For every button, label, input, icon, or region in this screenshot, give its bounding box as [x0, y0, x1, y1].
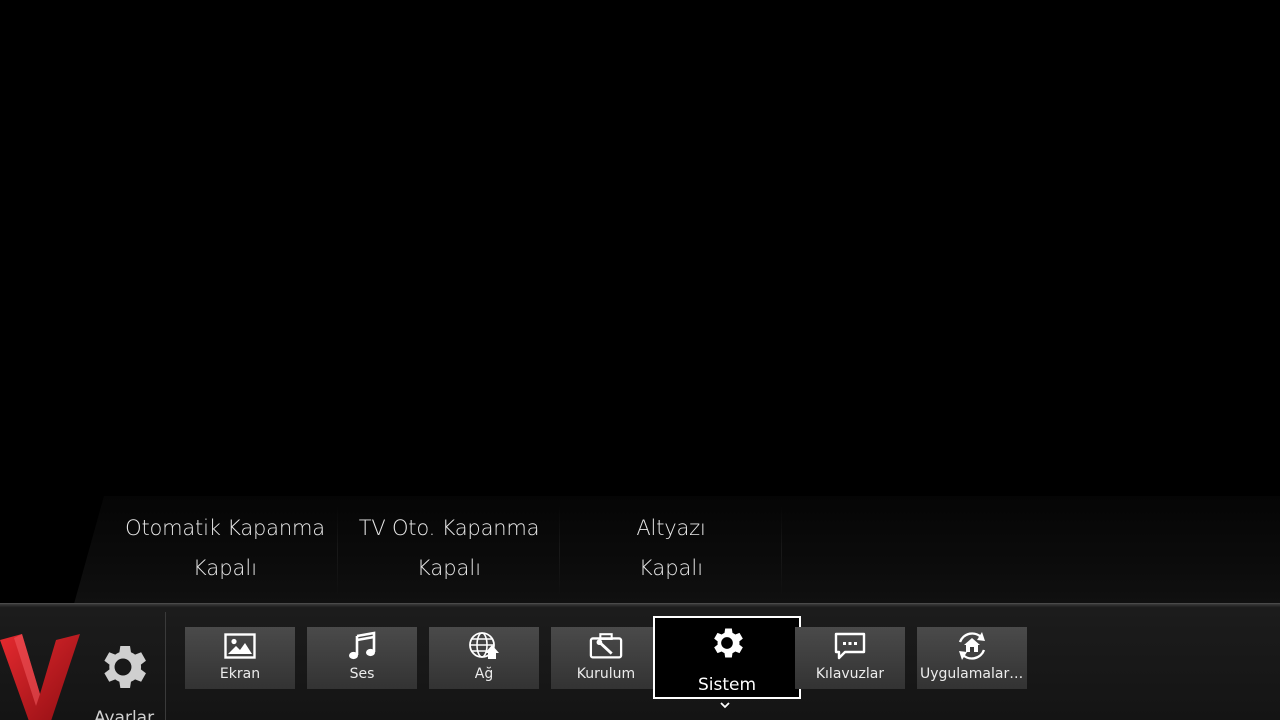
tab-label: Kurulum [576, 666, 636, 682]
chevron-down-icon [720, 702, 730, 709]
submenu-divider [781, 506, 782, 596]
submenu-item-title: Otomatik Kapanma [125, 516, 325, 540]
tab-label: Ses [349, 666, 375, 682]
tab-ses[interactable]: Ses [307, 627, 417, 689]
tab-label: Ağ [474, 666, 494, 682]
home-refresh-icon [955, 631, 989, 661]
submenu-item-auto-off[interactable]: Otomatik Kapanma Kapalı [112, 496, 338, 604]
submenu-item-value: Kapalı [416, 556, 482, 580]
submenu-item-title: Altyazı [636, 516, 706, 540]
tab-label: Ekran [219, 666, 261, 682]
tab-uygulamalari[interactable]: Uygulamaları S.. [917, 627, 1027, 689]
gear-icon [705, 623, 749, 663]
tab-label: Kılavuzlar [815, 666, 885, 682]
menu-divider [165, 612, 166, 720]
chat-bubble-icon [833, 631, 867, 661]
tab-kilavuzlar[interactable]: Kılavuzlar [795, 627, 905, 689]
tab-ekran[interactable]: Ekran [185, 627, 295, 689]
tab-kurulum[interactable]: Kurulum [551, 627, 661, 689]
tab-sistem[interactable]: Sistem [653, 616, 801, 699]
main-menu-bar: Ayarlar Ekran Ses Ağ Kurulum Sistem Kıla… [0, 603, 1280, 720]
tv-screen: Otomatik Kapanma Kapalı TV Oto. Kapanma … [0, 0, 1280, 720]
tab-ag[interactable]: Ağ [429, 627, 539, 689]
globe-network-icon [467, 631, 501, 661]
picture-icon [223, 631, 257, 661]
tab-label: Sistem [697, 675, 757, 695]
settings-title: Ayarlar [94, 708, 155, 720]
music-note-icon [345, 631, 379, 661]
submenu-item-tv-auto-off[interactable]: TV Oto. Kapanma Kapalı [338, 496, 560, 604]
submenu-item-value: Kapalı [192, 556, 258, 580]
submenu-item-value: Kapalı [638, 556, 704, 580]
settings-gear-icon [104, 645, 146, 689]
toolbox-icon [589, 631, 623, 661]
submenu-panel: Otomatik Kapanma Kapalı TV Oto. Kapanma … [74, 496, 1280, 604]
submenu-item-subtitle[interactable]: Altyazı Kapalı [560, 496, 782, 604]
settings-header: Ayarlar [0, 604, 166, 720]
tab-label: Uygulamaları S.. [920, 666, 1024, 682]
brand-logo-icon [0, 634, 80, 720]
submenu-item-title: TV Oto. Kapanma [358, 516, 540, 540]
